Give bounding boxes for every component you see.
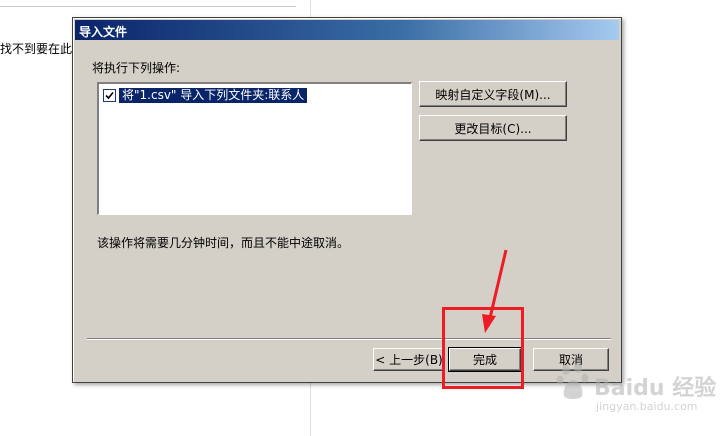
paw-icon <box>556 363 589 399</box>
watermark-url: jingyan.baidu.com <box>596 400 698 413</box>
watermark-brand: Baidu 经验 <box>594 376 717 401</box>
baidu-watermark: Baidu 经验 jingyan.baidu.com <box>556 362 721 432</box>
